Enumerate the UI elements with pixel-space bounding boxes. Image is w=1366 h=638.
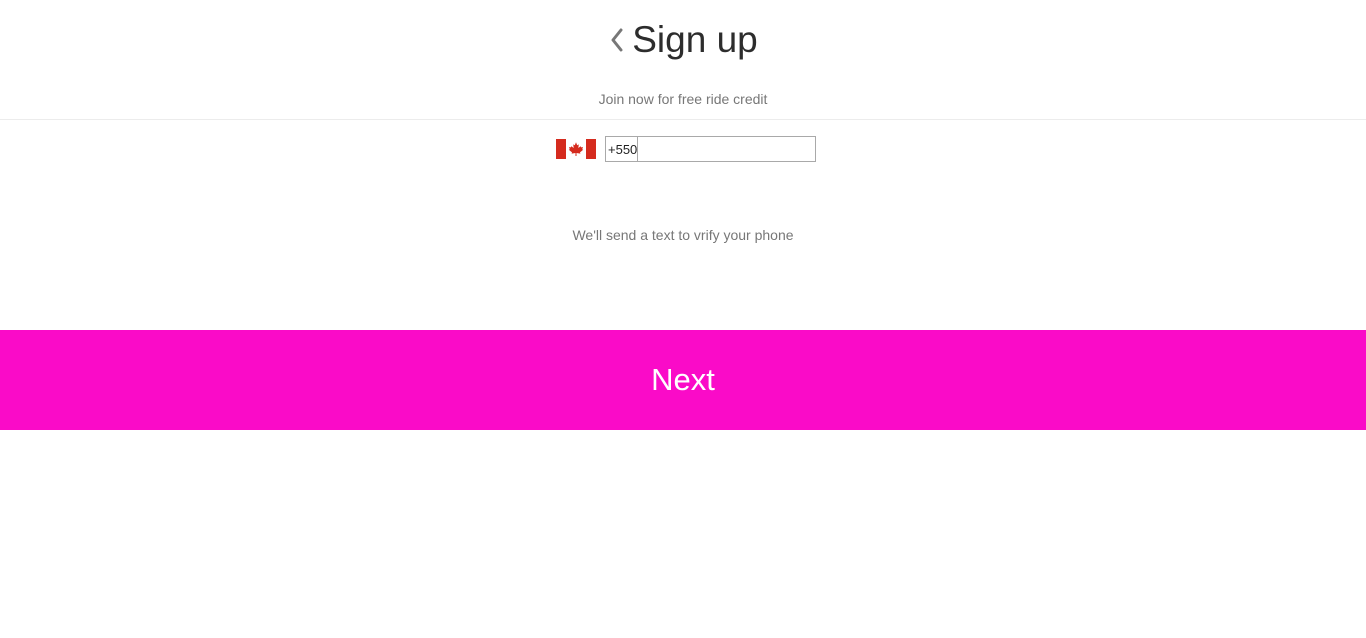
signup-page: Sign up Join now for free ride credit +5… bbox=[0, 0, 1366, 638]
verify-hint: We'll send a text to vrify your phone bbox=[572, 227, 794, 243]
chevron-left-icon bbox=[611, 28, 623, 52]
phone-row: +550 bbox=[556, 136, 823, 162]
title-row: Sign up bbox=[0, 17, 1366, 63]
phone-field: +550 bbox=[605, 136, 823, 162]
next-button[interactable]: Next bbox=[0, 330, 1366, 430]
country-code[interactable]: +550 bbox=[606, 137, 639, 161]
page-subtitle: Join now for free ride credit bbox=[598, 91, 768, 107]
back-button[interactable] bbox=[608, 25, 626, 55]
canada-flag-icon[interactable] bbox=[556, 139, 596, 159]
phone-number-input[interactable] bbox=[638, 137, 823, 161]
page-title: Sign up bbox=[632, 19, 758, 60]
header: Sign up Join now for free ride credit bbox=[0, 0, 1366, 120]
